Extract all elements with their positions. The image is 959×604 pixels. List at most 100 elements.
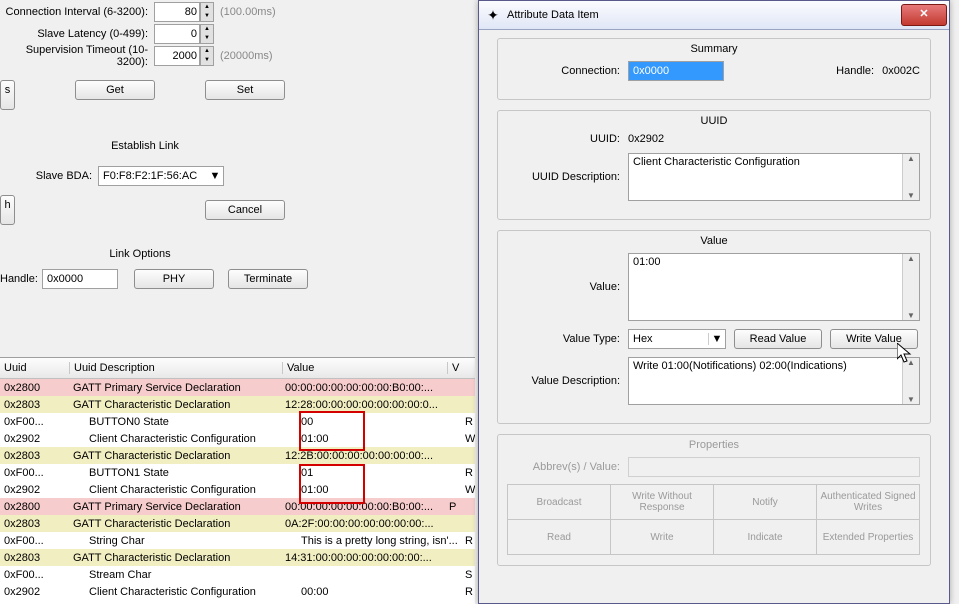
spinner-buttons[interactable]: ▲ ▼ xyxy=(200,46,214,66)
handle-label: Handle: xyxy=(0,273,42,285)
slave-bda-label: Slave BDA: xyxy=(22,170,98,182)
value-text: 01:00 xyxy=(633,256,661,268)
cell-uuid: 0x2803 xyxy=(0,450,69,462)
chevron-down-icon[interactable]: ▼ xyxy=(207,170,223,182)
write-value-button[interactable]: Write Value xyxy=(830,329,918,349)
cell-desc: GATT Characteristic Declaration xyxy=(69,399,281,411)
cancel-button[interactable]: Cancel xyxy=(205,200,285,220)
spinner-buttons[interactable]: ▲ ▼ xyxy=(200,24,214,44)
value-type-selected: Hex xyxy=(633,333,708,345)
set-button[interactable]: Set xyxy=(205,80,285,100)
cell-value: 01 xyxy=(297,467,461,479)
scroll-up-icon[interactable]: ▲ xyxy=(903,254,919,263)
table-row[interactable]: 0xF00...String CharThis is a pretty long… xyxy=(0,532,475,549)
scroll-up-icon[interactable]: ▲ xyxy=(903,154,919,163)
cell-uuid: 0x2800 xyxy=(0,501,69,513)
spinner-down-icon[interactable]: ▼ xyxy=(201,12,213,21)
table-row[interactable]: 0x2803GATT Characteristic Declaration12:… xyxy=(0,396,475,413)
cell-desc: BUTTON0 State xyxy=(69,416,297,428)
spinner-up-icon[interactable]: ▲ xyxy=(201,47,213,56)
scroll-down-icon[interactable]: ▼ xyxy=(903,395,919,404)
grid-body[interactable]: 0x2800GATT Primary Service Declaration00… xyxy=(0,379,475,600)
spinner-up-icon[interactable]: ▲ xyxy=(201,3,213,12)
value-desc-label: Value Description: xyxy=(508,375,628,387)
spinner-down-icon[interactable]: ▼ xyxy=(201,56,213,65)
summary-title: Summary xyxy=(664,43,764,55)
cell-extra: W xyxy=(461,433,475,445)
cell-extra: R xyxy=(461,416,475,428)
table-row[interactable]: 0x2902Client Characteristic Configuratio… xyxy=(0,583,475,600)
link-options-title: Link Options xyxy=(70,248,210,260)
close-button[interactable]: ✕ xyxy=(901,4,947,26)
value-desc-box[interactable]: Write 01:00(Notifications) 02:00(Indicat… xyxy=(628,357,920,405)
read-value-button[interactable]: Read Value xyxy=(734,329,822,349)
chevron-down-icon[interactable]: ▼ xyxy=(708,333,725,345)
summary-group: Summary Connection: Handle: 0x002C xyxy=(497,38,931,100)
cell-desc: GATT Characteristic Declaration xyxy=(69,552,281,564)
value-box[interactable]: 01:00 ▲ ▼ xyxy=(628,253,920,321)
table-row[interactable]: 0x2803GATT Characteristic Declaration0A:… xyxy=(0,515,475,532)
supervision-spinner[interactable]: ▲ ▼ xyxy=(154,46,214,66)
property-cell: Notify xyxy=(713,484,817,520)
table-row[interactable]: 0x2800GATT Primary Service Declaration00… xyxy=(0,379,475,396)
cell-uuid: 0x2803 xyxy=(0,552,69,564)
slave-bda-combo[interactable]: F0:F8:F2:1F:56:AC ▼ xyxy=(98,166,224,186)
cell-desc: GATT Characteristic Declaration xyxy=(69,518,281,530)
cell-extra: R xyxy=(461,586,475,598)
terminate-button[interactable]: Terminate xyxy=(228,269,308,289)
spinner-up-icon[interactable]: ▲ xyxy=(201,25,213,34)
cell-extra: P xyxy=(445,501,475,513)
scroll-up-icon[interactable]: ▲ xyxy=(903,358,919,367)
table-row[interactable]: 0xF00...BUTTON1 State01R xyxy=(0,464,475,481)
value-type-combo[interactable]: Hex ▼ xyxy=(628,329,726,349)
s-button[interactable]: s xyxy=(0,80,15,110)
table-row[interactable]: 0x2803GATT Characteristic Declaration14:… xyxy=(0,549,475,566)
table-row[interactable]: 0xF00...BUTTON0 State00R xyxy=(0,413,475,430)
dialog-title: Attribute Data Item xyxy=(507,9,901,21)
dialog-titlebar[interactable]: ✦ Attribute Data Item ✕ xyxy=(479,1,949,30)
table-row[interactable]: 0x2902Client Characteristic Configuratio… xyxy=(0,430,475,447)
cell-uuid: 0x2902 xyxy=(0,484,69,496)
col-uuid[interactable]: Uuid xyxy=(0,362,70,374)
handle-input[interactable] xyxy=(42,269,118,289)
cell-value: 12:28:00:00:00:00:00:00:00:0... xyxy=(281,399,445,411)
h-button[interactable]: h xyxy=(0,195,15,225)
table-row[interactable]: 0x2803GATT Characteristic Declaration12:… xyxy=(0,447,475,464)
connection-input[interactable] xyxy=(628,61,724,81)
table-row[interactable]: 0x2800GATT Primary Service Declaration00… xyxy=(0,498,475,515)
phy-button[interactable]: PHY xyxy=(134,269,214,289)
col-extra[interactable]: V xyxy=(448,362,475,374)
uuid-desc-label: UUID Description: xyxy=(508,171,628,183)
slave-latency-input[interactable] xyxy=(154,24,200,44)
table-row[interactable]: 0xF00...Stream CharS xyxy=(0,566,475,583)
get-button[interactable]: Get xyxy=(75,80,155,100)
cell-uuid: 0xF00... xyxy=(0,467,69,479)
scroll-down-icon[interactable]: ▼ xyxy=(903,311,919,320)
cell-uuid: 0xF00... xyxy=(0,416,69,428)
cell-uuid: 0x2800 xyxy=(0,382,69,394)
cell-extra: S xyxy=(461,569,475,581)
properties-group: Properties Abbrev(s) / Value: BroadcastW… xyxy=(497,434,931,566)
conn-interval-spinner[interactable]: ▲ ▼ xyxy=(154,2,214,22)
cell-value: 14:31:00:00:00:00:00:00:00:... xyxy=(281,552,445,564)
left-pane: Connection Interval (6-3200): ▲ ▼ (100.0… xyxy=(0,0,475,604)
supervision-label: Supervision Timeout (10-3200): xyxy=(0,44,154,68)
supervision-input[interactable] xyxy=(154,46,200,66)
table-row[interactable]: 0x2902Client Characteristic Configuratio… xyxy=(0,481,475,498)
col-value[interactable]: Value xyxy=(283,362,448,374)
value-type-label: Value Type: xyxy=(508,333,628,345)
cell-value: 00:00:00:00:00:00:00:B0:00:... xyxy=(281,382,445,394)
spinner-down-icon[interactable]: ▼ xyxy=(201,34,213,43)
cell-desc: BUTTON1 State xyxy=(69,467,297,479)
uuid-desc-box[interactable]: Client Characteristic Configuration ▲▼ xyxy=(628,153,920,201)
conn-interval-input[interactable] xyxy=(154,2,200,22)
uuid-group: UUID UUID: 0x2902 UUID Description: Clie… xyxy=(497,110,931,220)
col-desc[interactable]: Uuid Description xyxy=(70,362,283,374)
value-label: Value: xyxy=(508,281,628,293)
scroll-down-icon[interactable]: ▼ xyxy=(903,191,919,200)
cell-uuid: 0xF00... xyxy=(0,535,69,547)
value-group: Value Value: 01:00 ▲▼ Value Type: Hex ▼ … xyxy=(497,230,931,424)
spinner-buttons[interactable]: ▲ ▼ xyxy=(200,2,214,22)
properties-title: Properties xyxy=(664,439,764,451)
slave-latency-spinner[interactable]: ▲ ▼ xyxy=(154,24,214,44)
